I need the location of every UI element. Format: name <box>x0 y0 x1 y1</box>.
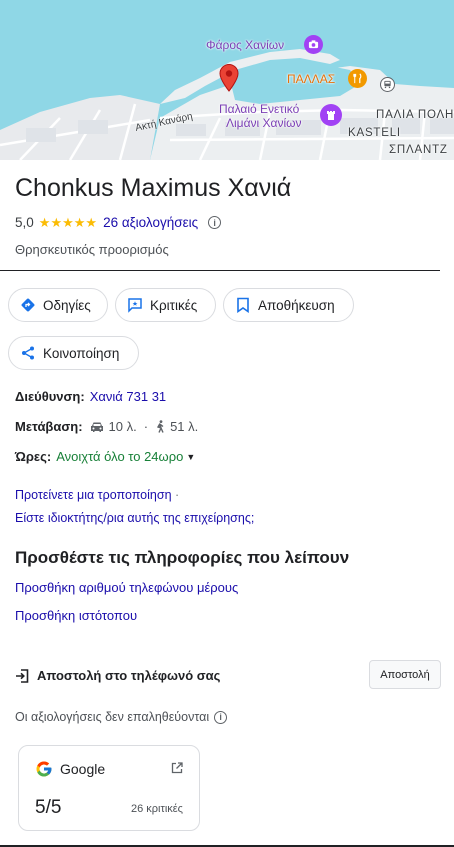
camera-icon[interactable] <box>304 35 323 54</box>
own-business-link[interactable]: Είστε ιδιοκτήτης/ρια αυτής της επιχείρησ… <box>15 511 254 525</box>
save-button[interactable]: Αποθήκευση <box>223 288 354 322</box>
send-button[interactable]: Αποστολή <box>369 660 441 689</box>
restaurant-icon[interactable] <box>348 69 367 88</box>
reviews-disclaimer: Οι αξιολογήσεις δεν επαληθεύονται i <box>15 710 228 724</box>
reviews-disclaimer-text: Οι αξιολογήσεις δεν επαληθεύονται <box>15 710 210 724</box>
send-to-phone-icon <box>15 668 29 683</box>
transit-separator: · <box>143 419 149 434</box>
address-value[interactable]: Χανιά 731 31 <box>90 389 166 404</box>
map-label-pallas[interactable]: ΠΑΛΛΑΣ <box>287 72 335 86</box>
info-icon[interactable]: i <box>208 216 222 229</box>
star-icon: ★ <box>85 214 98 230</box>
walk-time: 51 λ. <box>170 419 199 434</box>
map-label-harbor-line1[interactable]: Παλαιό Ενετικό <box>219 102 299 116</box>
transit-icon[interactable] <box>380 77 395 92</box>
divider <box>0 270 440 271</box>
map-label-old-town: ΠΑΛΙΑ ΠΟΛΗ <box>376 109 454 121</box>
map-label-harbor-line2[interactable]: Λιμάνι Χανίων <box>226 116 302 130</box>
map-label-kasteli: KASTELI <box>348 127 401 139</box>
location-pin-icon[interactable] <box>219 64 239 92</box>
hours-label: Ώρες: <box>15 449 52 464</box>
hours-value[interactable]: Ανοιχτά όλο το 24ωρο <box>56 449 183 464</box>
place-category: Θρησκευτικός προορισμός <box>15 242 169 257</box>
map-preview[interactable]: Φάρος Χανίων ΠΑΛΛΑΣ Παλαιό Ενετικό Λιμάν… <box>0 0 454 160</box>
send-to-phone-label: Αποστολή στο τηλέφωνό σας <box>37 668 221 683</box>
map-label-splantzia: ΣΠΛΑΝΤΖ <box>389 144 448 156</box>
landmark-icon[interactable] <box>320 104 342 126</box>
map-label-lighthouse[interactable]: Φάρος Χανίων <box>206 38 284 52</box>
share-label: Κοινοποίηση <box>43 345 120 361</box>
review-score: 5/5 <box>35 797 62 818</box>
add-website-link[interactable]: Προσθήκη ιστότοπου <box>15 608 137 623</box>
car-icon <box>90 421 104 433</box>
directions-icon <box>19 296 37 314</box>
address-row: Διεύθυνση: Χανιά 731 31 <box>15 389 166 404</box>
google-review-card[interactable]: Google 5/5 26 κριτικές <box>18 745 200 831</box>
send-to-phone-row: Αποστολή στο τηλέφωνό σας <box>15 668 220 683</box>
drive-time: 10 λ. <box>108 419 137 434</box>
reviews-button[interactable]: Κριτικές <box>115 288 216 322</box>
star-icon: ★ <box>73 214 86 230</box>
star-icon: ★ <box>38 214 51 230</box>
transit-label: Μετάβαση: <box>15 419 83 434</box>
suggest-edit-link[interactable]: Προτείνετε μια τροποποίηση <box>15 488 172 502</box>
bookmark-icon <box>234 296 252 314</box>
add-phone-link[interactable]: Προσθήκη αριθμού τηλεφώνου μέρους <box>15 580 238 595</box>
review-count: 26 κριτικές <box>131 803 183 815</box>
save-label: Αποθήκευση <box>258 297 335 313</box>
star-rating: ★ ★ ★ ★ ★ <box>38 214 98 230</box>
directions-button[interactable]: Οδηγίες <box>8 288 108 322</box>
suggest-edit-row: Προτείνετε μια τροποποίηση · <box>15 488 179 502</box>
review-icon <box>126 296 144 314</box>
review-source: Google <box>60 761 106 777</box>
reviews-link[interactable]: 26 αξιολογήσεις <box>103 215 198 230</box>
star-icon: ★ <box>50 214 63 230</box>
directions-label: Οδηγίες <box>43 297 91 313</box>
chevron-down-icon[interactable]: ▼ <box>186 452 195 462</box>
address-label: Διεύθυνση: <box>15 389 85 404</box>
walk-icon <box>155 420 165 433</box>
place-title: Chonkus Maximus Χανιά <box>15 174 292 202</box>
hours-row[interactable]: Ώρες: Ανοιχτά όλο το 24ωρο ▼ <box>15 449 195 464</box>
star-icon: ★ <box>62 214 74 230</box>
share-button[interactable]: Κοινοποίηση <box>8 336 139 370</box>
rating-value: 5,0 <box>15 215 34 230</box>
info-icon[interactable]: i <box>214 710 228 724</box>
transit-row: Μετάβαση: 10 λ. · 51 λ. <box>15 419 198 434</box>
link-separator: · <box>175 488 180 502</box>
reviews-label: Κριτικές <box>150 297 198 313</box>
external-link-icon[interactable] <box>171 761 183 779</box>
google-logo-icon <box>36 761 52 777</box>
share-icon <box>19 344 37 362</box>
rating-row: 5,0 ★ ★ ★ ★ ★ 26 αξιολογήσεις i <box>15 214 222 230</box>
missing-info-title: Προσθέστε τις πληροφορίες που λείπουν <box>15 548 350 567</box>
